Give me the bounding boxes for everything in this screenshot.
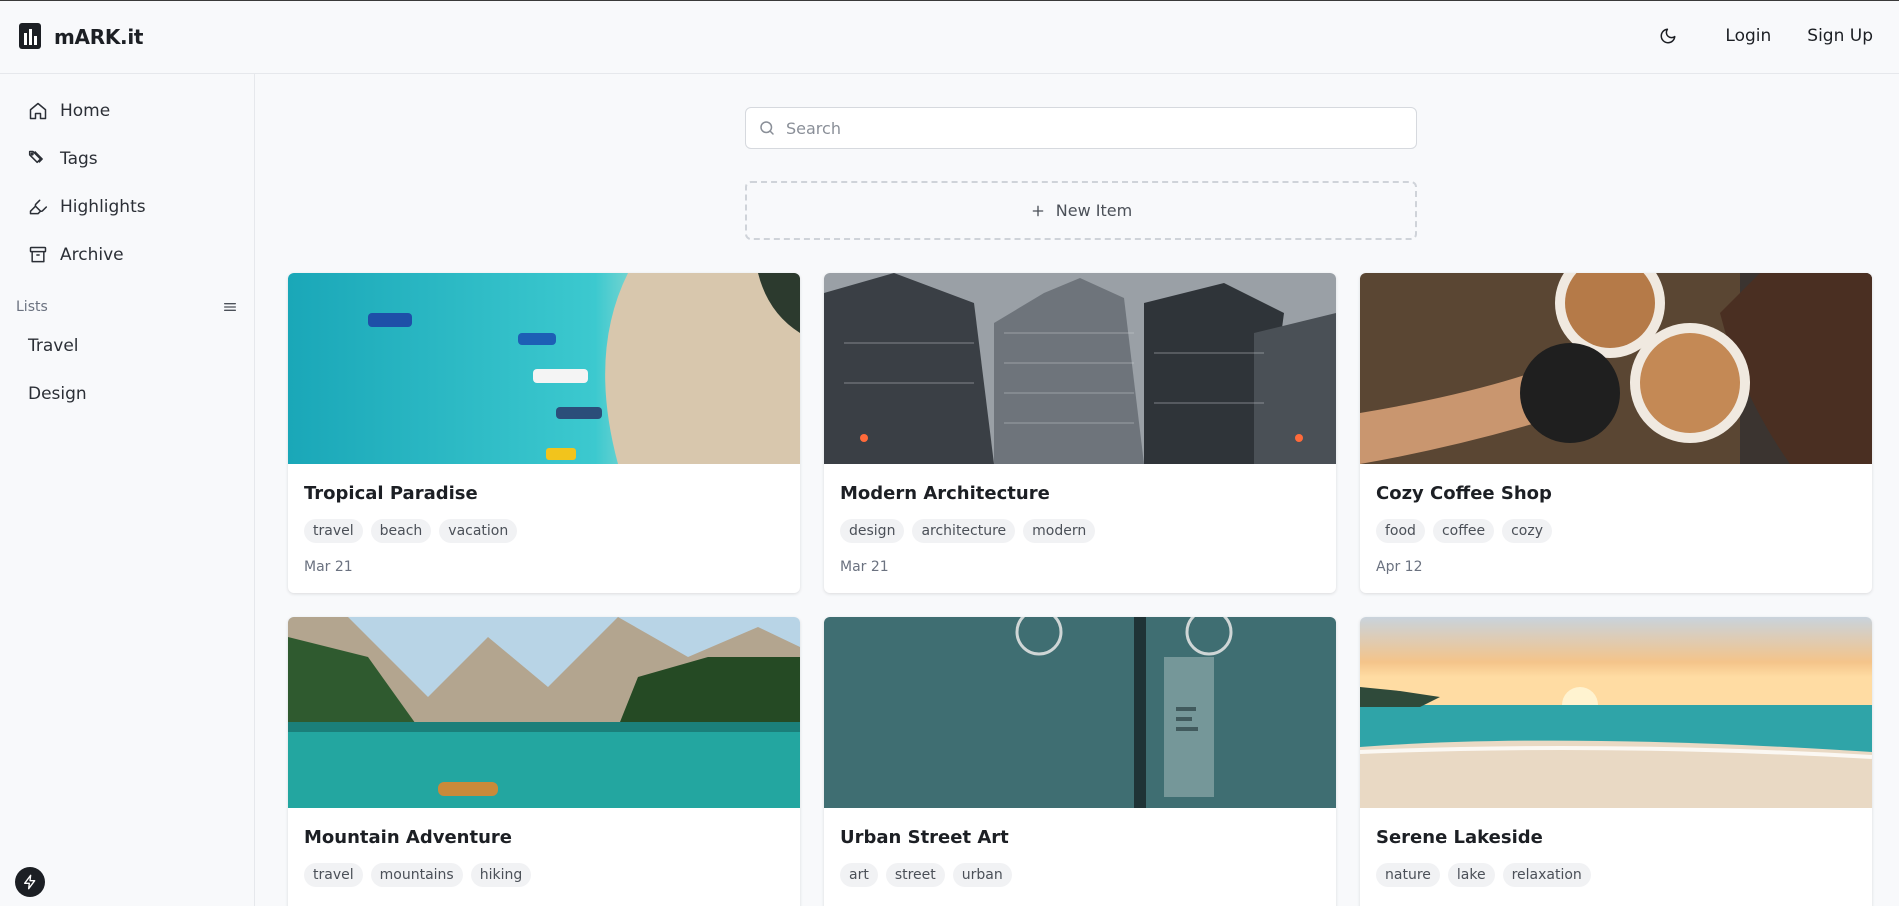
signup-link[interactable]: Sign Up xyxy=(1807,26,1873,46)
tag[interactable]: urban xyxy=(952,863,1012,887)
tag[interactable]: art xyxy=(840,863,878,887)
card-tags: design architecture modern xyxy=(840,519,1096,543)
bolt-icon[interactable] xyxy=(15,867,45,897)
sidebar-item-highlights[interactable]: Highlights xyxy=(28,197,146,217)
card-title: Serene Lakeside xyxy=(1376,827,1543,848)
home-icon xyxy=(29,102,47,120)
tag[interactable]: travel xyxy=(304,863,363,887)
tag[interactable]: vacation xyxy=(439,519,518,543)
card-title: Mountain Adventure xyxy=(304,827,512,848)
tag[interactable]: travel xyxy=(304,519,363,543)
archive-icon xyxy=(29,246,47,263)
app-name: mARK.it xyxy=(54,25,144,49)
card[interactable]: Cozy Coffee Shop food coffee cozy Apr 12 xyxy=(1360,273,1872,593)
lists-title: Lists xyxy=(16,299,48,315)
card-title: Tropical Paradise xyxy=(304,483,478,504)
card[interactable]: Mountain Adventure travel mountains hiki… xyxy=(288,617,800,906)
new-item-label: New Item xyxy=(1055,201,1133,220)
moon-icon[interactable] xyxy=(1657,25,1679,47)
card[interactable]: Tropical Paradise travel beach vacation … xyxy=(288,273,800,593)
tag[interactable]: hiking xyxy=(470,863,532,887)
card-date: Mar 21 xyxy=(840,559,889,575)
sidebar-item-archive[interactable]: Archive xyxy=(28,245,124,265)
tag[interactable]: food xyxy=(1376,519,1425,543)
search-box[interactable] xyxy=(745,107,1417,149)
card-image xyxy=(288,617,800,808)
tag[interactable]: coffee xyxy=(1432,519,1495,543)
tag[interactable]: street xyxy=(885,863,945,887)
card-image xyxy=(824,617,1336,808)
list-item-travel[interactable]: Travel xyxy=(28,336,79,356)
card[interactable]: Serene Lakeside nature lake relaxation xyxy=(1360,617,1872,906)
card[interactable]: Urban Street Art art street urban xyxy=(824,617,1336,906)
card-image xyxy=(288,273,800,464)
new-item-button[interactable]: New Item xyxy=(745,181,1417,240)
lists-header: Lists xyxy=(16,299,238,315)
sidebar-item-label: Highlights xyxy=(60,197,146,217)
card[interactable]: Modern Architecture design architecture … xyxy=(824,273,1336,593)
card-tags: travel mountains hiking xyxy=(304,863,532,887)
list-item-design[interactable]: Design xyxy=(28,384,87,404)
sidebar: Home Tags Highlights Archive Lists Trave… xyxy=(0,74,255,906)
tags-icon xyxy=(28,150,43,164)
login-link[interactable]: Login xyxy=(1725,26,1771,46)
highlighter-icon xyxy=(29,199,48,215)
tag[interactable]: modern xyxy=(1023,519,1096,543)
top-bar: mARK.it Login Sign Up xyxy=(0,1,1899,74)
plus-icon xyxy=(1032,205,1044,216)
card-title: Urban Street Art xyxy=(840,827,1009,848)
top-actions: Login Sign Up xyxy=(1657,25,1873,47)
tag[interactable]: beach xyxy=(370,519,432,543)
sidebar-item-label: Tags xyxy=(60,149,98,169)
tag[interactable]: relaxation xyxy=(1502,863,1591,887)
sidebar-item-tags[interactable]: Tags xyxy=(28,149,98,169)
sidebar-item-home[interactable]: Home xyxy=(28,101,110,121)
card-date: Mar 21 xyxy=(304,559,353,575)
card-date: Apr 12 xyxy=(1376,559,1423,575)
card-tags: travel beach vacation xyxy=(304,519,518,543)
logo-icon xyxy=(19,23,41,49)
tag[interactable]: cozy xyxy=(1502,519,1552,543)
sidebar-item-label: Archive xyxy=(60,245,124,265)
tag[interactable]: mountains xyxy=(370,863,463,887)
tag[interactable]: lake xyxy=(1447,863,1495,887)
card-image xyxy=(1360,273,1872,464)
card-tags: art street urban xyxy=(840,863,1012,887)
tag[interactable]: nature xyxy=(1376,863,1440,887)
brand[interactable]: mARK.it xyxy=(18,22,143,52)
tag[interactable]: design xyxy=(840,519,905,543)
card-image xyxy=(824,273,1336,464)
search-input[interactable] xyxy=(786,118,1386,138)
menu-icon[interactable] xyxy=(222,299,238,315)
tag[interactable]: architecture xyxy=(912,519,1016,543)
card-title: Modern Architecture xyxy=(840,483,1050,504)
search-icon xyxy=(760,121,774,135)
card-tags: nature lake relaxation xyxy=(1376,863,1591,887)
sidebar-item-label: Home xyxy=(60,101,111,121)
card-title: Cozy Coffee Shop xyxy=(1376,483,1552,504)
card-tags: food coffee cozy xyxy=(1376,519,1552,543)
card-image xyxy=(1360,617,1872,808)
